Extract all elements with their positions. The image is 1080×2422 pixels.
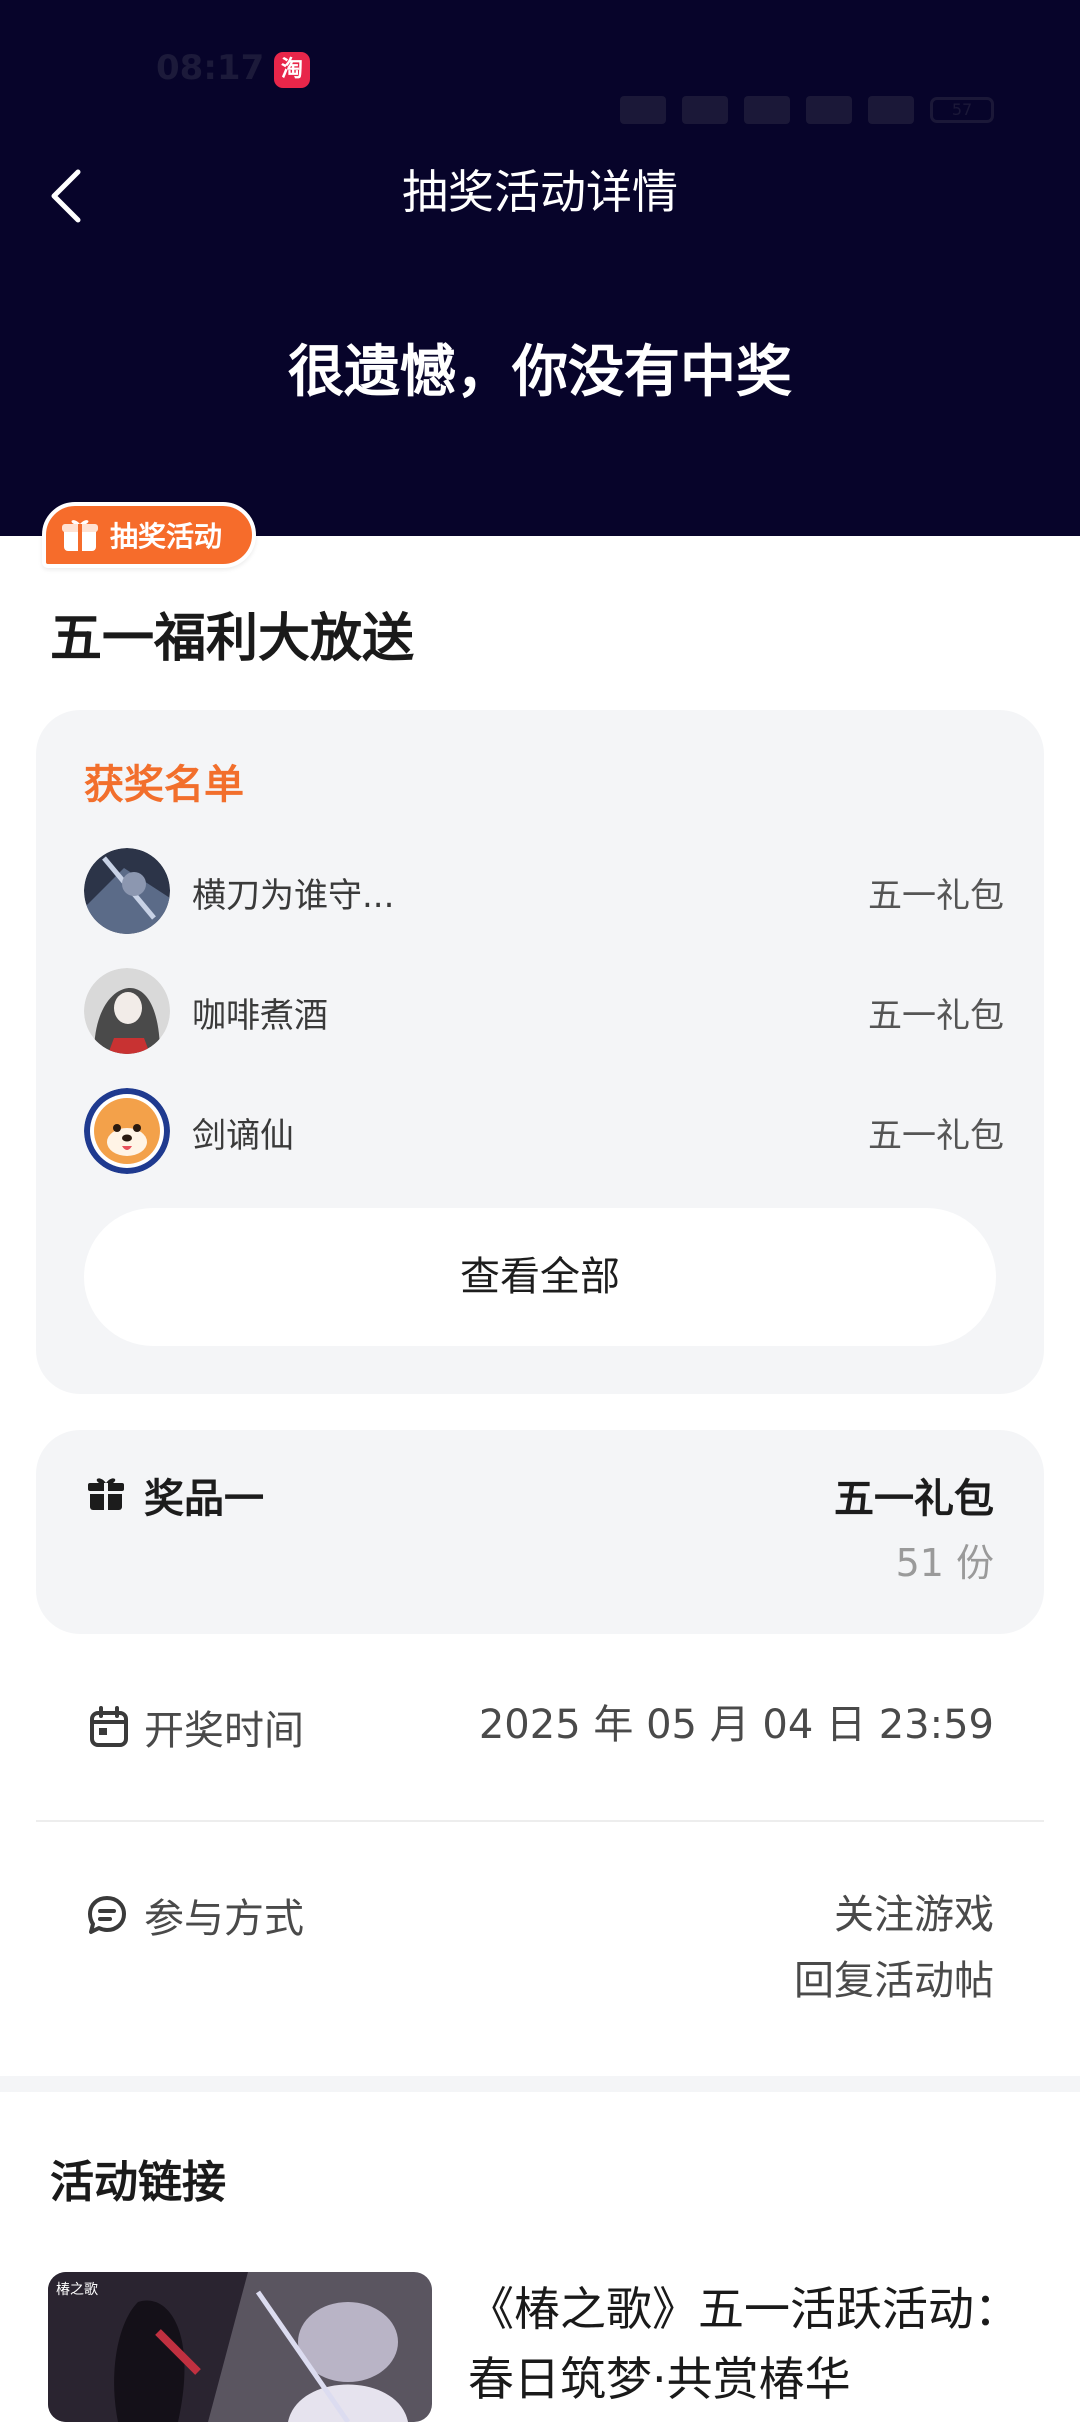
wifi-icon (744, 96, 790, 124)
avatar (84, 848, 170, 934)
thumbnail-text: 椿之歌 (56, 2282, 98, 2298)
winner-prize: 五一礼包 (868, 996, 1004, 1036)
tag-label: 抽奖活动 (110, 520, 223, 553)
view-all-button[interactable]: 查看全部 (84, 1208, 996, 1346)
participation-methods: 关注游戏 回复活动帖 (794, 1882, 994, 2014)
status-icons: 57 (620, 92, 994, 128)
page-title: 抽奖活动详情 (402, 165, 678, 219)
chat-bubble-icon (88, 1896, 126, 1934)
draw-time-value: 2025 年 05 月 04 日 23:59 (478, 1702, 994, 1748)
page-header: 08:17 57 淘 抽奖活动详情 很遗憾，你没有中奖 (0, 0, 1080, 536)
winner-prize: 五一礼包 (868, 876, 1004, 916)
avatar (84, 1088, 170, 1174)
avatar (84, 968, 170, 1054)
prize-count: 51 份 (895, 1541, 994, 1585)
status-bar: 08:17 57 (0, 40, 1080, 124)
nfc-icon (682, 96, 728, 124)
activity-link-title[interactable]: 《椿之歌》五一活跃活动：春日筑梦·共赏椿华 (468, 2274, 1028, 2414)
cellular-signal-icon (806, 96, 852, 124)
participation-method-follow: 关注游戏 (834, 1892, 994, 1938)
winners-card: 获奖名单 横刀为谁守... 五一礼包 咖啡煮酒 五一礼包 剑谪仙 五一礼包 查看… (36, 710, 1044, 1394)
winner-row[interactable]: 横刀为谁守... 五一礼包 (84, 848, 1004, 938)
winner-name: 咖啡煮酒 (192, 996, 328, 1036)
winner-name: 剑谪仙 (192, 1116, 294, 1156)
prize-label: 奖品一 (144, 1476, 264, 1522)
winner-row[interactable]: 咖啡煮酒 五一礼包 (84, 968, 1004, 1058)
lottery-result-text: 很遗憾，你没有中奖 (288, 340, 792, 405)
calendar-icon (90, 1706, 128, 1747)
winner-prize: 五一礼包 (868, 1116, 1004, 1156)
participation-label: 参与方式 (144, 1896, 304, 1942)
lottery-activity-tag: 抽奖活动 (42, 502, 256, 568)
gift-icon (88, 1478, 124, 1510)
section-separator (0, 2076, 1080, 2092)
prize-name: 五一礼包 (834, 1476, 994, 1522)
divider (36, 1820, 1044, 1822)
activity-links-heading: 活动链接 (50, 2157, 226, 2208)
winner-name: 横刀为谁守... (192, 876, 395, 916)
gift-icon (62, 520, 98, 551)
draw-time-label: 开奖时间 (144, 1708, 304, 1754)
taobao-app-icon: 淘 (274, 52, 310, 88)
cellular-signal-2-icon (868, 96, 914, 124)
participation-method-reply: 回复活动帖 (794, 1958, 994, 2004)
winners-heading: 获奖名单 (84, 762, 244, 808)
activity-title: 五一福利大放送 (50, 609, 415, 669)
status-time: 08:17 (156, 48, 265, 88)
signal-icon (620, 96, 666, 124)
battery-icon: 57 (930, 97, 994, 123)
winner-row[interactable]: 剑谪仙 五一礼包 (84, 1088, 1004, 1178)
prize-card: 奖品一 五一礼包 51 份 (36, 1430, 1044, 1634)
